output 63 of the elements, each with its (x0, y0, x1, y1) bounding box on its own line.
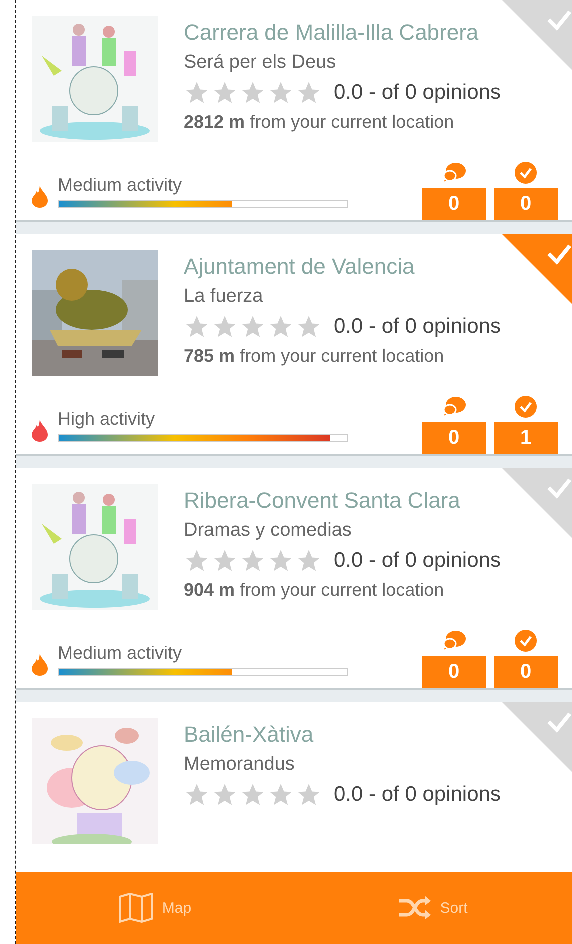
rating-text: 0.0 - of 0 opinions (334, 81, 501, 105)
activity-label: High activity (58, 409, 156, 430)
flame-icon (32, 420, 48, 442)
distance-text: 785 m from your current location (184, 346, 446, 367)
star-icon (296, 548, 322, 574)
distance-text: 2812 m from your current location (184, 112, 456, 133)
comments-count: 0 (422, 656, 486, 688)
place-subtitle: La fuerza (184, 286, 264, 308)
star-icon (296, 80, 322, 106)
visited-corner-icon[interactable] (502, 468, 572, 538)
star-icon (296, 782, 322, 808)
map-icon (118, 893, 154, 923)
place-subtitle: Será per els Deus (184, 52, 338, 74)
visited-corner-icon[interactable] (502, 234, 572, 304)
place-title: Ribera-Convent Santa Clara (184, 488, 462, 514)
place-title: Bailén-Xàtiva (184, 722, 315, 748)
check-circle-icon (515, 396, 537, 418)
comments-count: 0 (422, 188, 486, 220)
place-subtitle: Memorandus (184, 754, 296, 776)
flame-icon (32, 186, 48, 208)
star-icon (212, 782, 238, 808)
comments-icon (442, 162, 466, 184)
star-icon (184, 80, 210, 106)
rating-text: 0.0 - of 0 opinions (334, 315, 501, 339)
star-icon (240, 782, 266, 808)
star-icon (184, 782, 210, 808)
activity-label: Medium activity (58, 175, 184, 196)
activity-label: Medium activity (58, 643, 184, 664)
check-circle-icon (515, 162, 537, 184)
rating-text: 0.0 - of 0 opinions (334, 783, 501, 807)
star-icon (268, 314, 294, 340)
checkins-count: 0 (494, 188, 558, 220)
comments-icon (442, 396, 466, 418)
place-subtitle: Dramas y comedias (184, 520, 353, 542)
star-icon (268, 80, 294, 106)
star-icon (212, 314, 238, 340)
star-icon (212, 80, 238, 106)
comments-icon (442, 630, 466, 652)
star-icon (268, 548, 294, 574)
place-card[interactable]: Bailén-Xàtiva Memorandus 0.0 - of 0 opinions (16, 702, 572, 872)
visited-corner-icon[interactable] (502, 0, 572, 70)
place-title: Ajuntament de Valencia (184, 254, 416, 280)
shuffle-icon (398, 895, 432, 921)
place-card[interactable]: Carrera de Malilla-Illa Cabrera Será per els Deus 0.0 - of 0 opinions 2812 m from your current location Medium activity 0 0 (16, 0, 572, 222)
star-icon (240, 80, 266, 106)
rating-text: 0.0 - of 0 opinions (334, 549, 501, 573)
star-icon (240, 548, 266, 574)
star-icon (212, 548, 238, 574)
star-icon (184, 548, 210, 574)
place-card[interactable]: Ribera-Convent Santa Clara Dramas y comedias 0.0 - of 0 opinions 904 m from your current location Medium activity 0 0 (16, 468, 572, 690)
check-circle-icon (515, 630, 537, 652)
distance-text: 904 m from your current location (184, 580, 446, 601)
star-icon (296, 314, 322, 340)
flame-icon (32, 654, 48, 676)
place-title: Carrera de Malilla-Illa Cabrera (184, 20, 480, 46)
star-icon (184, 314, 210, 340)
visited-corner-icon[interactable] (502, 702, 572, 772)
star-icon (240, 314, 266, 340)
checkins-count: 0 (494, 656, 558, 688)
place-card[interactable]: Ajuntament de Valencia La fuerza 0.0 - of 0 opinions 785 m from your current location High activity 0 1 (16, 234, 572, 456)
comments-count: 0 (422, 422, 486, 454)
star-icon (268, 782, 294, 808)
checkins-count: 1 (494, 422, 558, 454)
